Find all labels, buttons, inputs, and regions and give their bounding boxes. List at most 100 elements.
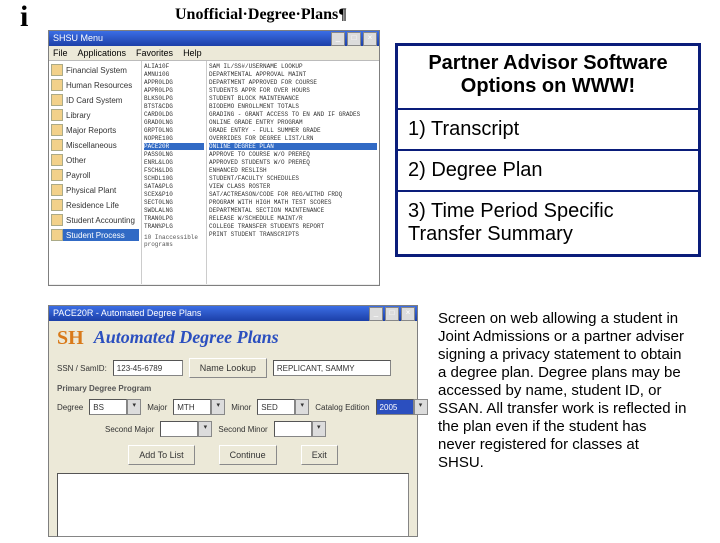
program-code[interactable]: FSCH&LDG [144,167,204,174]
category-label: Major Reports [66,126,116,135]
minor-value: SED [257,399,295,415]
program-desc[interactable]: DEPARTMENT APPROVED FOR COURSE [209,79,377,86]
description-paragraph: Screen on web allowing a student in Join… [438,310,688,472]
program-code[interactable]: GRPT0LNG [144,127,204,134]
program-desc[interactable]: STUDENT/FACULTY SCHEDULES [209,175,377,182]
program-code[interactable]: SWDLALNG [144,207,204,214]
program-desc[interactable]: RELEASE W/SCHEDULE MAINT/R [209,215,377,222]
minimize-icon[interactable]: _ [369,307,383,321]
program-desc[interactable]: PRINT STUDENT TRANSCRIPTS [209,231,377,238]
category-item[interactable]: Major Reports [51,124,139,136]
program-code[interactable]: SATA&PLG [144,183,204,190]
program-desc[interactable]: STUDENTS APPR FOR OVER HOURS [209,87,377,94]
category-item[interactable]: Library [51,109,139,121]
category-item[interactable]: Miscellaneous [51,139,139,151]
program-desc[interactable]: VIEW CLASS ROSTER [209,183,377,190]
add-to-list-button[interactable]: Add To List [128,445,194,465]
maximize-icon[interactable]: □ [347,32,361,46]
program-desc[interactable]: SAT/ACTREASON/CODE FOR REG/WITHD FRDQ [209,191,377,198]
maximize-icon[interactable]: □ [385,307,399,321]
program-desc[interactable]: SAM IL/SS#/USERNAME LOOKUP [209,63,377,70]
category-label: Financial System [66,66,127,75]
category-item-selected[interactable]: Student Process [51,229,139,241]
program-code[interactable]: SCHDL10G [144,175,204,182]
chevron-down-icon: ▾ [414,399,428,415]
category-item[interactable]: Student Accounting [51,214,139,226]
degree-select[interactable]: BS▾ [89,399,141,415]
second-minor-value [274,421,312,437]
program-desc[interactable]: PROGRAM WITH HIGH MATH TEST SCORES [209,199,377,206]
program-code[interactable]: AMNU10G [144,71,204,78]
program-desc-selected[interactable]: ONLINE DEGREE PLAN [209,143,377,150]
ssn-input[interactable]: 123-45-6789 [113,360,183,376]
program-code[interactable]: BLKS0LPG [144,95,204,102]
category-item[interactable]: Other [51,154,139,166]
second-major-value [160,421,198,437]
program-code[interactable]: TRAN0LPG [144,215,204,222]
program-desc[interactable]: OVERRIDES FOR DEGREE LIST/LRN [209,135,377,142]
chevron-down-icon: ▾ [127,399,141,415]
window-title: SHSU Menu [53,33,103,43]
menu-favorites[interactable]: Favorites [136,46,173,60]
close-icon[interactable]: × [363,32,377,46]
category-item[interactable]: Financial System [51,64,139,76]
program-desc[interactable]: GRADE ENTRY - FULL SUMMER GRADE [209,127,377,134]
minor-select[interactable]: SED▾ [257,399,309,415]
program-desc[interactable]: COLLEGE TRANSFER STUDENTS REPORT [209,223,377,230]
category-item[interactable]: Residence Life [51,199,139,211]
program-code[interactable]: APPR0LDG [144,79,204,86]
chevron-down-icon: ▾ [295,399,309,415]
second-major-label: Second Major [105,425,154,434]
catalog-value: 2005 [376,399,414,415]
category-label: Physical Plant [66,186,116,195]
program-desc[interactable]: STUDENT BLOCK MAINTENANCE [209,95,377,102]
program-code[interactable]: TRAN%PLG [144,223,204,230]
callout-title: Partner Advisor Software Options on WWW! [398,46,698,108]
category-item[interactable]: Physical Plant [51,184,139,196]
folder-icon [51,154,63,166]
category-item[interactable]: Payroll [51,169,139,181]
program-code[interactable]: PASS0LNG [144,151,204,158]
minimize-icon[interactable]: _ [331,32,345,46]
program-code[interactable]: ENRL&LOG [144,159,204,166]
section-label: Primary Degree Program [57,384,409,393]
program-code[interactable]: SECT0LNG [144,199,204,206]
close-icon[interactable]: × [401,307,415,321]
category-item[interactable]: ID Card System [51,94,139,106]
program-desc[interactable]: ENHANCED RESLISH [209,167,377,174]
program-code[interactable]: CARD0LDG [144,111,204,118]
menu-screenshot: SHSU Menu _ □ × File Applications Favori… [48,30,380,286]
folder-icon [51,184,63,196]
second-minor-select[interactable]: ▾ [274,421,326,437]
program-code[interactable]: ALIA10F [144,63,204,70]
chevron-down-icon: ▾ [312,421,326,437]
category-label: Miscellaneous [66,141,117,150]
program-desc[interactable]: APPROVE TO COURSE W/O PREREQ [209,151,377,158]
program-desc[interactable]: GRADING - GRANT ACCESS TO EN AND IF GRAD… [209,111,377,118]
callout-item: 2) Degree Plan [398,151,698,190]
program-code[interactable]: NOPRE10G [144,135,204,142]
program-code[interactable]: GRAD0LNG [144,119,204,126]
program-code[interactable]: APPR0LPG [144,87,204,94]
category-label: Library [66,111,90,120]
program-desc[interactable]: BIODEMO ENROLLMENT TOTALS [209,103,377,110]
program-code-selected[interactable]: PACE20R [144,143,204,150]
program-code[interactable]: SCEX&P10 [144,191,204,198]
catalog-select[interactable]: 2005▾ [376,399,428,415]
program-desc[interactable]: ONLINE GRADE ENTRY PROGRAM [209,119,377,126]
name-lookup-button[interactable]: Name Lookup [189,358,267,378]
program-code[interactable]: BTST&CDG [144,103,204,110]
menu-help[interactable]: Help [183,46,202,60]
menu-file[interactable]: File [53,46,68,60]
program-desc[interactable]: APPROVED STUDENTS W/O PREREQ [209,159,377,166]
category-item[interactable]: Human Resources [51,79,139,91]
program-desc[interactable]: DEPARTMENTAL APPROVAL MAINT [209,71,377,78]
menu-applications[interactable]: Applications [78,46,127,60]
major-select[interactable]: MTH▾ [173,399,225,415]
continue-button[interactable]: Continue [219,445,277,465]
second-major-select[interactable]: ▾ [160,421,212,437]
form-screenshot: PACE20R - Automated Degree Plans _ □ × S… [48,305,418,537]
exit-button[interactable]: Exit [301,445,338,465]
program-desc[interactable]: DEPARTMENTAL SECTION MAINTENANCE [209,207,377,214]
folder-icon [51,124,63,136]
